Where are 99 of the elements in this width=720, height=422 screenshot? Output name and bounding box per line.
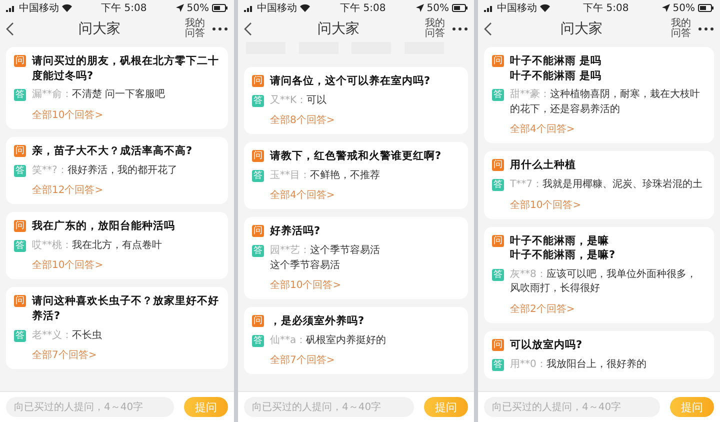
page-title: 问大家 (316, 20, 360, 38)
answer-badge: 答 (14, 240, 26, 252)
question-text: 叶子不能淋雨 是吗 (510, 68, 602, 84)
answer-text: 园**艺：这个季节容易活 (270, 244, 380, 258)
question-card[interactable]: 问 亲，苗子大不大？成活率高不高? 答 笑**?：很好养活，我的都开花了 全部12个回答> (6, 136, 228, 204)
question-card[interactable]: 问 请教下，红色警戒和火警谁更红啊? 答 玉**目：不鲜艳，不推荐 全部4个回答> (244, 142, 468, 210)
question-card[interactable]: 问 请问这种喜欢长虫子不？放家里好不好养活? 答 老**义：不长虫 全部7个回答> (6, 287, 228, 370)
question-text: 亲，苗子大不大？成活率高不高? (32, 144, 192, 159)
status-time: 下午 5:08 (101, 2, 147, 15)
answer-badge: 答 (252, 245, 264, 258)
question-badge: 问 (252, 150, 264, 162)
wifi-icon (540, 4, 550, 12)
answer-badge: 答 (14, 164, 26, 177)
question-badge: 问 (14, 220, 26, 232)
location-icon (416, 4, 424, 12)
question-card[interactable]: 问 可以放室内吗? 答 用**0：我放阳台上，很好养的 (484, 330, 714, 380)
location-icon (662, 4, 670, 12)
page-title: 问大家 (560, 20, 604, 38)
answer-text: T**7：我就是用椰糠、泥炭、珍珠岩混的土 (510, 178, 702, 192)
question-text: 我在广东的，放阳台能种活吗 (32, 219, 175, 234)
question-badge: 问 (492, 234, 504, 247)
carrier-name: 中国移动 (19, 2, 59, 15)
page-title: 问大家 (78, 20, 122, 38)
battery-icon (698, 4, 714, 12)
question-input[interactable]: 向已买过的人提问，4～40字 (6, 397, 174, 417)
answer-badge: 答 (492, 358, 504, 371)
question-badge: 问 (252, 225, 264, 238)
question-text: 叶子不能淋雨，是嘛 (510, 234, 610, 248)
question-badge: 问 (252, 75, 264, 87)
question-text: 叶子不能淋雨，是嘛? (510, 248, 616, 263)
question-card[interactable]: 问 叶子不能淋雨，是嘛 叶子不能淋雨，是嘛? 答 灰**8：应该可以吧，我单位外面种很多，风吹雨打，长得很好 全部2个回答> (484, 226, 714, 323)
back-icon[interactable] (484, 22, 492, 36)
question-card[interactable]: 问 我在广东的，放阳台能种活吗 答 哎**桃：我在北方，有点卷叶 全部10个回答> (6, 212, 228, 280)
answer-text: 玉**目：不鲜艳，不推荐 (270, 168, 380, 183)
question-badge: 问 (14, 144, 26, 157)
question-text: ，是必须室外养吗? (270, 314, 364, 329)
signal-icon (484, 4, 494, 12)
question-badge: 问 (252, 315, 264, 328)
question-input[interactable]: 向已买过的人提问，4～40字 (484, 397, 660, 417)
answer-text: 哎**桃：我在北方，有点卷叶 (32, 238, 162, 253)
battery-icon (212, 4, 228, 12)
question-text: 用什么土种植 (510, 158, 576, 174)
answer-text: 漏**俞：不清楚 问一下客服吧 (32, 88, 166, 102)
question-text: 请问买过的朋友，矾根在北方零下二十度能过冬吗? (32, 54, 220, 84)
question-text: 请问这种喜欢长虫子不？放家里好不好养活? (32, 294, 220, 324)
battery-icon (452, 4, 468, 12)
answer-text: 又**K：可以 (270, 94, 327, 108)
answer-text: 笑**?：很好养活，我的都开花了 (32, 164, 178, 178)
carrier-name: 中国移动 (257, 2, 297, 15)
question-text: 好养活吗? (270, 224, 320, 240)
signal-icon (6, 4, 16, 12)
answer-badge: 答 (252, 170, 264, 182)
answer-badge: 答 (492, 268, 504, 281)
question-badge: 问 (14, 295, 26, 308)
answer-badge: 答 (252, 334, 264, 347)
answer-text: 甜**豪：这种植物喜阴，耐寒，栽在大枝叶的花下，还是容易养活的 (510, 88, 701, 117)
my-questions-link[interactable]: 我的问答 (425, 18, 446, 40)
question-badge: 问 (14, 55, 26, 67)
question-badge: 问 (492, 55, 504, 67)
answer-badge: 答 (252, 94, 264, 107)
battery-level: 50% (426, 2, 449, 14)
answer-text: 这个季节容易活 (270, 258, 341, 273)
signal-icon (244, 4, 254, 12)
question-badge: 问 (492, 159, 504, 172)
back-icon[interactable] (6, 22, 14, 36)
battery-level: 50% (186, 2, 209, 14)
status-time: 下午 5:08 (340, 2, 386, 15)
question-card[interactable]: 问 叶子不能淋雨 是吗 叶子不能淋雨 是吗 答 甜**豪：这种植物喜阴，耐寒，栽在大枝叶的花下，还是容易养活的 全部4个回答> (484, 47, 714, 144)
answer-badge: 答 (14, 330, 26, 342)
more-icon[interactable] (212, 27, 228, 31)
answer-badge: 答 (14, 89, 26, 102)
my-questions-link[interactable]: 我的问答 (671, 18, 692, 40)
more-icon[interactable] (698, 27, 714, 31)
question-text: 请问各位，这个可以养在室内吗? (270, 74, 430, 89)
question-input[interactable]: 向已买过的人提问，4～40字 (244, 397, 414, 417)
question-card[interactable]: 问 请问买过的朋友，矾根在北方零下二十度能过冬吗? 答 漏**俞：不清楚 问一下客服吧 全部10个回答> (6, 47, 228, 129)
wifi-icon (300, 4, 310, 12)
question-card[interactable]: 问 用什么土种植 答 T**7：我就是用椰糠、泥炭、珍珠岩混的土 全部10个回答> (484, 151, 714, 219)
battery-level: 50% (672, 2, 695, 14)
answer-badge: 答 (492, 89, 504, 102)
more-icon[interactable] (452, 27, 468, 31)
question-badge: 问 (492, 338, 504, 351)
question-card[interactable]: 问 好养活吗? 答 园**艺：这个季节容易活 这个季节容易活 全部10个回答> (244, 217, 468, 300)
answer-text: 仙**a：矾根室内养挺好的 (270, 334, 386, 348)
answer-badge: 答 (492, 179, 504, 192)
status-time: 下午 5:08 (583, 2, 629, 15)
carrier-name: 中国移动 (497, 2, 537, 15)
question-card[interactable]: 问 请问各位，这个可以养在室内吗? 答 又**K：可以 全部8个回答> (244, 67, 468, 134)
answer-text: 用**0：我放阳台上，很好养的 (510, 358, 646, 372)
answer-text: 灰**8：应该可以吧，我单位外面种很多，风吹雨打，长得很好 (510, 268, 698, 296)
my-questions-link[interactable]: 我的问答 (185, 18, 206, 40)
back-icon[interactable] (244, 22, 252, 36)
question-text: 叶子不能淋雨 是吗 (510, 54, 602, 69)
question-text: 可以放室内吗? (510, 338, 582, 353)
wifi-icon (62, 4, 72, 12)
question-card[interactable]: 问 ，是必须室外养吗? 答 仙**a：矾根室内养挺好的 全部7个回答> (244, 307, 468, 374)
location-icon (176, 4, 184, 12)
question-text: 请教下，红色警戒和火警谁更红啊? (270, 149, 442, 164)
answer-text: 老**义：不长虫 (32, 328, 102, 343)
